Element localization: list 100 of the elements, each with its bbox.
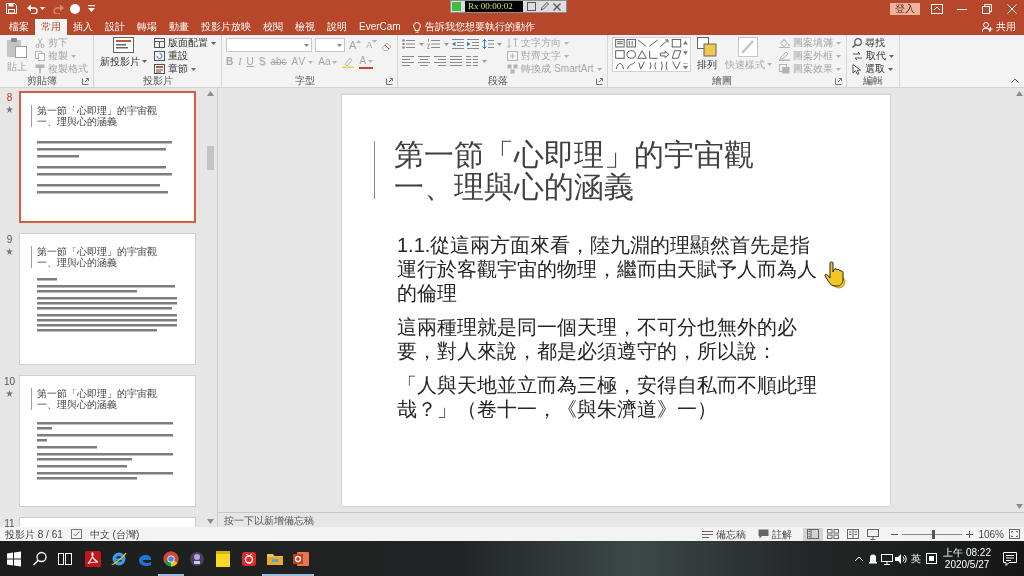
shape-effects-icon	[778, 64, 790, 74]
clock[interactable]: 上午 08:22 2020/5/27	[938, 541, 996, 576]
search-icon[interactable]	[31, 550, 48, 567]
slide-thumbnail[interactable]: 第一節「心即理」的宇宙觀一、理與心的涵義	[19, 233, 196, 365]
smartart-icon	[507, 64, 519, 74]
notes-button[interactable]: 備忘稿	[699, 527, 750, 541]
columns-icon[interactable]	[466, 56, 479, 66]
lightbulb-icon	[412, 21, 421, 33]
customize-menu-icon[interactable]	[88, 5, 95, 12]
zoom-level-button[interactable]: 106%	[978, 527, 1004, 541]
ribbon-tab[interactable]: 常用	[35, 19, 67, 35]
save-icon[interactable]	[6, 3, 17, 14]
task-view-icon[interactable]	[56, 550, 73, 567]
collapse-ribbon-icon[interactable]	[1011, 78, 1019, 83]
group-label: 字型	[294, 75, 317, 87]
dot-icon[interactable]	[70, 3, 80, 14]
dialog-launcher-icon[interactable]	[386, 77, 394, 85]
dialog-launcher-icon[interactable]	[82, 77, 89, 85]
scroll-down-icon[interactable]	[1015, 504, 1023, 509]
restore-icon[interactable]	[981, 3, 992, 14]
fit-to-window-icon[interactable]	[1009, 529, 1020, 539]
slide-thumbnail-title: 第一節「心即理」的宇宙觀一、理與心的涵義	[37, 246, 158, 268]
select-button[interactable]: 選取	[850, 63, 895, 75]
windows-start-icon[interactable]	[5, 550, 22, 567]
speaker-icon[interactable]	[895, 552, 908, 565]
recorder-timer: Rx 00:00:02	[465, 1, 523, 12]
input-method-button[interactable]: 英	[908, 541, 925, 576]
view-button[interactable]	[803, 527, 824, 541]
dialog-launcher-icon[interactable]	[834, 77, 842, 85]
ribbon-tab[interactable]: 動畫	[163, 19, 195, 35]
zoom-in-icon[interactable]	[966, 530, 974, 538]
close-icon[interactable]	[553, 2, 561, 11]
align-center-icon[interactable]	[418, 56, 431, 66]
stop-icon[interactable]	[527, 2, 536, 11]
caret-icon	[835, 54, 841, 58]
square-icon[interactable]	[925, 553, 937, 564]
font-size-field[interactable]	[315, 38, 345, 52]
pdf-app-icon	[85, 550, 101, 567]
decrease-indent-icon[interactable]	[452, 39, 465, 49]
caret-icon	[482, 59, 488, 63]
normal-view-icon	[807, 529, 820, 539]
sign-in-button[interactable]: 登入	[890, 2, 920, 15]
arrange-button[interactable]: 排列	[694, 37, 719, 73]
align-right-icon[interactable]	[434, 56, 447, 66]
numbered-list-icon[interactable]	[427, 39, 442, 49]
bell-icon[interactable]	[868, 553, 879, 564]
text-direction-icon	[507, 38, 519, 48]
font-name-field[interactable]	[226, 38, 312, 52]
dialog-launcher-icon[interactable]	[595, 77, 603, 85]
language-button[interactable]: 中文 (台灣)	[89, 527, 140, 541]
ribbon-tab[interactable]: EverCam	[353, 19, 407, 35]
ribbon-tab[interactable]: 說明	[321, 19, 353, 35]
scrollbar-thumb[interactable]	[206, 146, 214, 170]
ribbon-tab[interactable]: 校閱	[257, 19, 289, 35]
ribbon-display-options-icon[interactable]	[930, 3, 943, 14]
increase-indent-icon[interactable]	[467, 39, 480, 49]
ribbon-tab[interactable]: 檢視	[289, 19, 321, 35]
ribbon-tab[interactable]: 投影片放映	[195, 19, 257, 35]
slide-thumbnail[interactable]: 第一節「心即理」的宇宙觀一、理與心的涵義	[19, 91, 196, 223]
undo-icon[interactable]	[27, 3, 38, 14]
ribbon-tab[interactable]: 轉場	[131, 19, 163, 35]
justify-icon[interactable]	[450, 56, 463, 66]
monitor-icon[interactable]	[881, 552, 894, 565]
comments-button[interactable]: 註解	[755, 527, 796, 541]
paint-bucket-icon	[778, 38, 790, 48]
ribbon-tab[interactable]: 檔案	[3, 19, 35, 35]
chevron-up-icon[interactable]	[854, 554, 865, 563]
replace-button[interactable]: 取代	[850, 50, 895, 62]
line-spacing-icon[interactable]	[482, 39, 495, 49]
share-button[interactable]: 共用	[982, 19, 1016, 35]
round-app-icon	[189, 550, 205, 567]
group-label: 投影片	[141, 75, 174, 87]
section-button[interactable]: 章節	[153, 63, 217, 75]
scroll-down-icon[interactable]	[206, 519, 214, 524]
check-mark-icon[interactable]	[70, 529, 82, 539]
tell-me-search[interactable]: 告訴我您想要執行的動作	[412, 19, 535, 35]
caret-icon[interactable]	[40, 7, 45, 10]
section-icon	[154, 64, 165, 74]
group-label: 剪貼簿	[26, 75, 58, 87]
find-button[interactable]: 尋找	[850, 37, 895, 49]
caret-icon	[211, 41, 216, 45]
scroll-up-icon[interactable]	[206, 91, 214, 96]
new-slide-button[interactable]: 新投影片	[98, 37, 149, 73]
align-text-icon	[507, 51, 519, 61]
notes-field[interactable]: 按一下以新增備忘稿	[224, 513, 524, 527]
ribbon-tab[interactable]: 插入	[67, 19, 99, 35]
shape-gallery-drawing[interactable]	[611, 37, 691, 72]
slider-thumb[interactable]	[932, 529, 936, 539]
slide-thumbnail[interactable]: 第一節「心即理」的宇宙觀一、理與心的涵義	[19, 375, 196, 507]
ribbon-tab[interactable]: 設計	[99, 19, 131, 35]
pen-icon[interactable]	[540, 2, 549, 11]
reset-button[interactable]: 重設	[153, 50, 217, 62]
slide-paragraph: 1.1.從這兩方面來看，陸九淵的理顯然首先是指運行於客觀宇宙的物理，繼而由天賦予人而為人的倫理	[397, 232, 817, 305]
layout-button[interactable]: 版面配置	[153, 37, 217, 49]
scroll-up-icon[interactable]	[1015, 91, 1023, 96]
caret-icon	[419, 42, 425, 46]
bulleted-list-icon[interactable]	[402, 39, 417, 49]
align-left-icon[interactable]	[402, 56, 415, 66]
pencil-icon	[778, 51, 790, 61]
notification-icon[interactable]	[1003, 551, 1017, 566]
